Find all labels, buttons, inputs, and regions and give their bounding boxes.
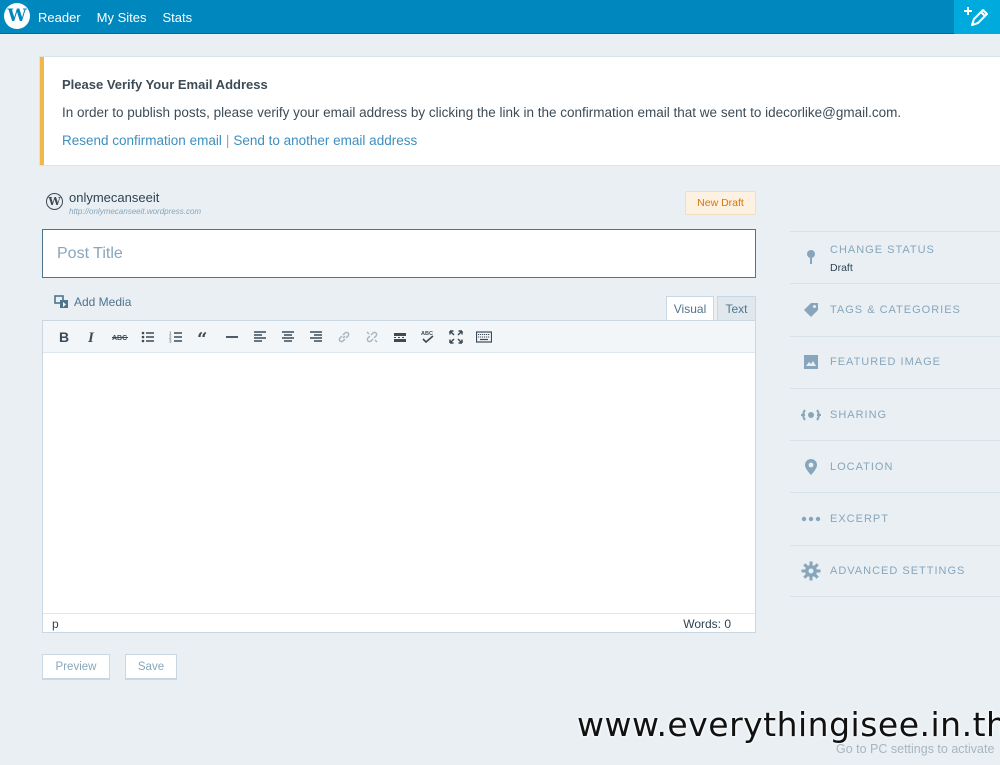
sharing-icon (801, 405, 821, 425)
italic-icon: I (87, 330, 95, 344)
horizontal-rule-button[interactable] (218, 324, 246, 350)
unlink-button[interactable] (358, 324, 386, 350)
sidebar-item-sharing[interactable]: SHARING (790, 387, 1000, 440)
new-draft-badge: New Draft (685, 191, 756, 215)
editor-toolbar: B I ABC 123 “ ABC (43, 321, 755, 353)
tag-icon (801, 300, 821, 320)
align-right-button[interactable] (302, 324, 330, 350)
sidebar-label: LOCATION (830, 460, 894, 473)
link-separator: | (225, 133, 230, 148)
status-value: Draft (830, 262, 853, 274)
top-nav: Reader My Sites Stats (38, 0, 192, 34)
sidebar-item-excerpt[interactable]: EXCERPT (790, 492, 1000, 544)
ellipsis-icon (801, 509, 821, 529)
sidebar-label: EXCERPT (830, 513, 889, 526)
notice-links: Resend confirmation email | Send to anothe… (62, 133, 1000, 148)
read-more-icon (394, 332, 406, 342)
align-right-icon (310, 330, 322, 342)
align-left-icon (254, 330, 266, 342)
sidebar-item-featured-image[interactable]: FEATURED IMAGE (790, 335, 1000, 388)
gear-icon (801, 561, 821, 581)
numbered-list-icon: 123 (169, 330, 182, 343)
nav-my-sites[interactable]: My Sites (97, 10, 147, 25)
save-button[interactable]: Save (125, 654, 177, 680)
strikethrough-icon: ABC (112, 335, 128, 342)
numbered-list-button[interactable]: 123 (162, 324, 190, 350)
post-editor: B I ABC 123 “ ABC p Words: 0 (42, 320, 756, 633)
post-title-input[interactable] (42, 229, 756, 278)
resend-confirmation-link[interactable]: Resend confirmation email (62, 133, 222, 148)
blockquote-icon: “ (197, 330, 207, 344)
horizontal-rule-icon (226, 335, 238, 338)
post-settings-sidebar: CHANGE STATUS Draft TAGS & CATEGORIES FE… (790, 231, 1000, 598)
svg-text:I: I (87, 330, 95, 344)
pin-icon (801, 247, 821, 267)
sidebar-item-location[interactable]: LOCATION (790, 440, 1000, 492)
sidebar-label: CHANGE STATUS (830, 244, 935, 256)
svg-text:“: “ (197, 330, 207, 344)
element-path[interactable]: p (52, 617, 59, 631)
svg-text:ABC: ABC (112, 335, 127, 342)
fullscreen-icon (449, 329, 463, 344)
watermark-text: www.everythingisee.in.th (577, 705, 1000, 744)
location-icon (801, 457, 821, 477)
svg-text:3: 3 (169, 338, 172, 343)
write-pencil-icon (964, 7, 988, 26)
tab-visual[interactable]: Visual (666, 296, 714, 321)
nav-reader[interactable]: Reader (38, 10, 81, 25)
read-more-button[interactable] (386, 324, 414, 350)
bold-button[interactable]: B (50, 324, 78, 350)
toolbar-toggle-icon (476, 330, 492, 343)
sidebar-label: SHARING (830, 408, 888, 421)
strikethrough-button[interactable]: ABC (106, 324, 134, 350)
spellcheck-button[interactable]: ABC (414, 324, 442, 350)
align-center-button[interactable] (274, 324, 302, 350)
svg-text:B: B (59, 330, 69, 344)
write-post-button[interactable] (954, 0, 1000, 34)
italic-button[interactable]: I (78, 324, 106, 350)
tab-text[interactable]: Text (717, 296, 756, 321)
notice-title: Please Verify Your Email Address (62, 77, 268, 92)
verify-email-notice: Please Verify Your Email Address In orde… (40, 57, 1000, 165)
site-wordpress-icon: W (46, 193, 63, 210)
activate-windows-text: Go to PC settings to activate (836, 742, 995, 756)
link-icon (338, 331, 350, 342)
link-button[interactable] (330, 324, 358, 350)
nav-stats[interactable]: Stats (162, 10, 192, 25)
sidebar-label: FEATURED IMAGE (830, 356, 941, 369)
sidebar-item-tags-categories[interactable]: TAGS & CATEGORIES (790, 283, 1000, 335)
align-center-icon (282, 330, 294, 342)
sidebar-item-advanced-settings[interactable]: ADVANCED SETTINGS (790, 544, 1000, 598)
wordpress-logo-icon[interactable]: W (4, 3, 30, 29)
add-media-button[interactable]: Add Media (54, 294, 131, 310)
masterbar: W Reader My Sites Stats (0, 0, 1000, 34)
image-icon (801, 352, 821, 372)
align-left-button[interactable] (246, 324, 274, 350)
fullscreen-button[interactable] (442, 324, 470, 350)
svg-text:ABC: ABC (421, 331, 433, 337)
blockquote-button[interactable]: “ (190, 324, 218, 350)
preview-button[interactable]: Preview (42, 654, 110, 680)
sidebar-label: ADVANCED SETTINGS (830, 564, 966, 577)
unlink-icon (366, 330, 378, 343)
editor-statusbar: p Words: 0 (43, 613, 755, 632)
site-url: http://onlymecanseeit.wordpress.com (69, 207, 202, 216)
editor-content-area[interactable] (43, 353, 755, 614)
word-count: Words: 0 (683, 617, 731, 631)
send-another-email-link[interactable]: Send to another email address (233, 133, 417, 148)
sidebar-item-change-status[interactable]: CHANGE STATUS Draft (790, 231, 1000, 283)
spellcheck-icon: ABC (421, 331, 434, 343)
toolbar-toggle-button[interactable] (470, 324, 498, 350)
notice-text: In order to publish posts, please verify… (62, 105, 902, 120)
bullet-list-button[interactable] (134, 324, 162, 350)
site-name: onlymecanseeit (69, 190, 160, 205)
add-media-icon (54, 295, 68, 308)
bullet-list-icon (141, 331, 154, 342)
add-media-label: Add Media (74, 295, 132, 309)
bold-icon: B (59, 330, 69, 344)
sidebar-label: TAGS & CATEGORIES (830, 303, 961, 316)
